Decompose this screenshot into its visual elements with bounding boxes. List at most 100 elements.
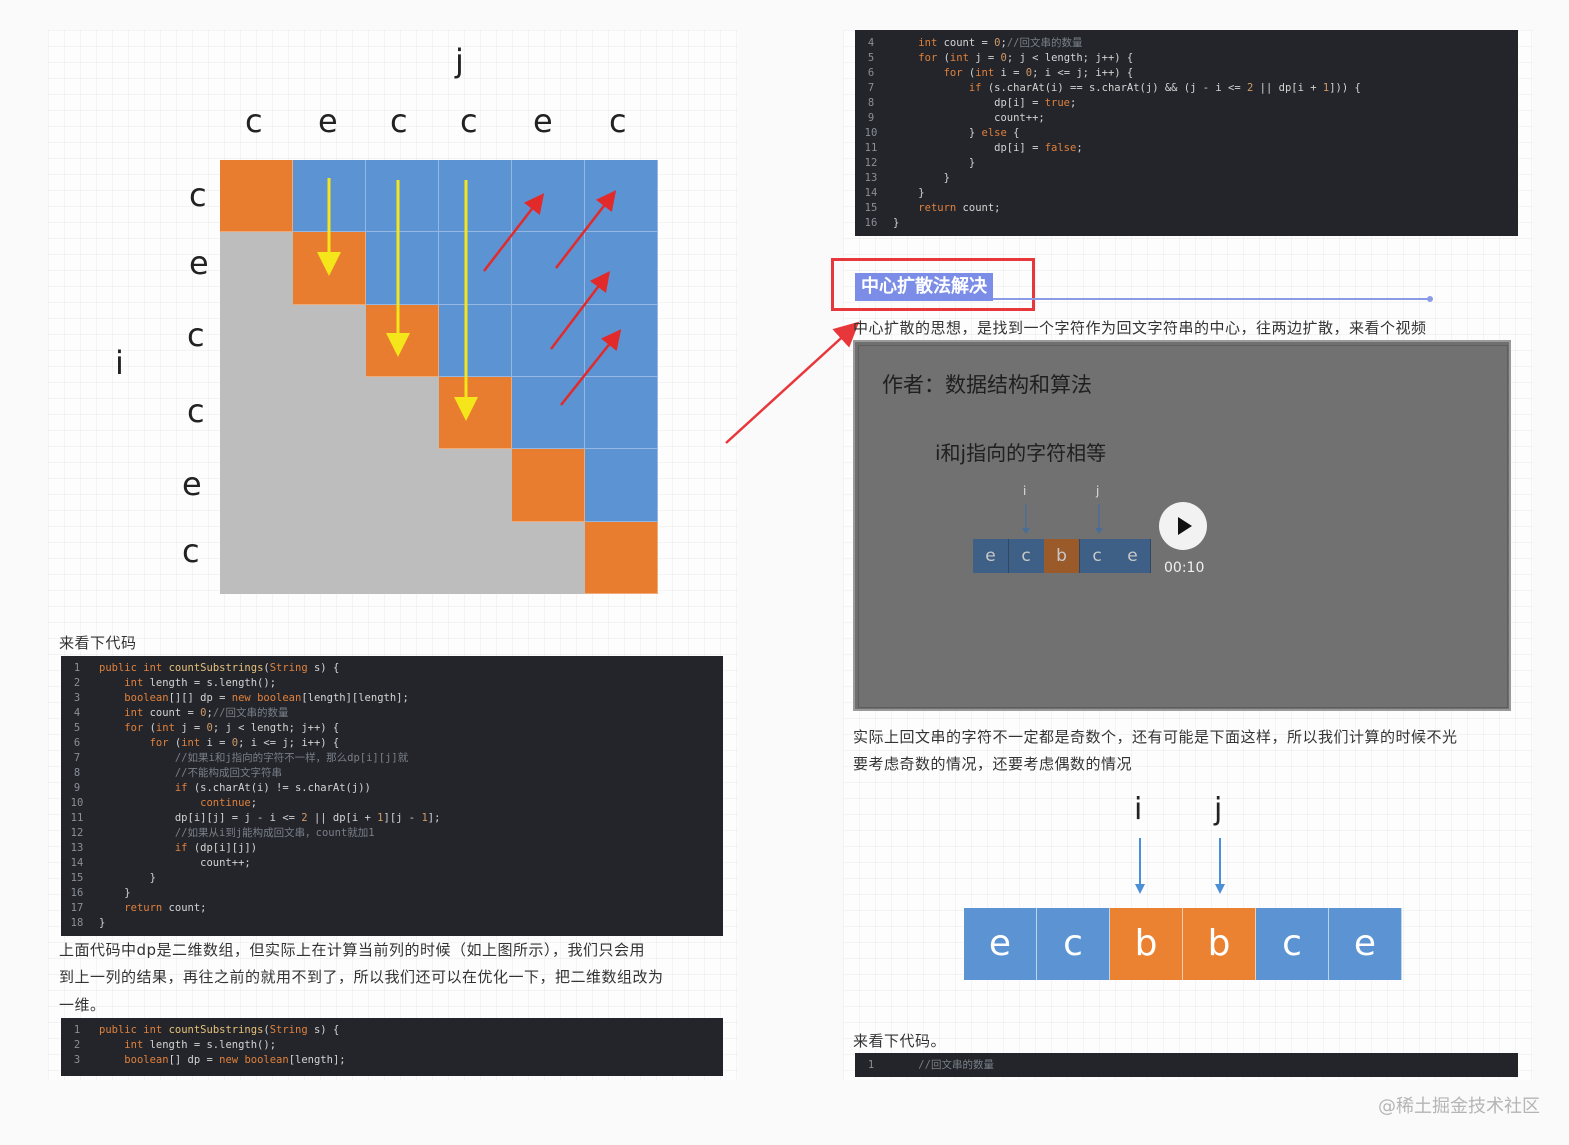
- code-line: 9 if (s.charAt(i) != s.charAt(j)): [61, 781, 723, 796]
- code-text: //如果从i到j能构成回文串，count就加1: [174, 827, 375, 839]
- code-text: }: [893, 172, 950, 184]
- code-line: 4 int count = 0;//回文串的数量: [855, 36, 1518, 51]
- section-description: 中心扩散的思想，是找到一个字符作为回文字符串的中心，往两边扩散，来看个视频: [853, 319, 1427, 337]
- code-text: for (int j = 0; j < length; j++) {: [918, 52, 1134, 64]
- code-line: 14 count++;: [61, 856, 723, 871]
- line-number: 15: [864, 202, 878, 214]
- code-line: 15 return count;: [855, 201, 1518, 216]
- code-block-bottom: 1 //回文串的数量: [855, 1053, 1518, 1077]
- code-text: int length = s.length();: [124, 1039, 277, 1051]
- code-text: }: [99, 872, 156, 884]
- line-number: 7: [73, 752, 81, 764]
- line-number: 14: [70, 857, 84, 869]
- line-number: 1: [73, 662, 81, 674]
- code-line: 11 dp[i][j] = j - i <= 2 || dp[i + 1][j …: [61, 811, 723, 826]
- code-line: 13 }: [855, 171, 1518, 186]
- code-block-top: 4 int count = 0;//回文串的数量 5 for (int j = 0…: [855, 30, 1518, 236]
- code-text: public int countSubstrings(String s) {: [99, 662, 340, 674]
- video-player[interactable]: 作者：数据结构和算法 i和j指向的字符相等 i j ecbce 00:10: [853, 340, 1511, 711]
- code-line: 12 }: [855, 156, 1518, 171]
- code-line: 7 if (s.charAt(i) == s.charAt(j) && (j -…: [855, 81, 1518, 96]
- code-line: 5 for (int j = 0; j < length; j++) {: [61, 721, 723, 736]
- code-line: 10 continue;: [61, 796, 723, 811]
- code-text: for (int i = 0; i <= j; i++) {: [149, 737, 340, 749]
- outro-text: 来看下代码。: [853, 1032, 947, 1050]
- red-arrow: [483, 193, 545, 272]
- line-number: 4: [867, 37, 875, 49]
- code-text: dp[i][j] = j - i <= 2 || dp[i + 1][j - 1…: [99, 812, 441, 824]
- line-number: 1: [73, 1024, 81, 1036]
- code-text: //回文串的数量: [918, 1059, 994, 1071]
- even-case-text: 要考虑奇数的情况，还要考虑偶数的情况: [853, 755, 1133, 773]
- even-case-text: 实际上回文串的字符不一定都是奇数个，还有可能是下面这样，所以我们计算的时候不光: [853, 728, 1458, 746]
- even-letter-cell: c: [1037, 908, 1110, 980]
- code-block-1d: 1 public int countSubstrings(String s) {2…: [61, 1018, 723, 1076]
- explanation-line: 上面代码中dp是二维数组，但实际上在计算当前列的时候（如上图所示），我们只会用: [59, 941, 646, 959]
- code-line: 2 int length = s.length();: [61, 1038, 723, 1053]
- code-text: if (s.charAt(i) == s.charAt(j) && (j - i…: [968, 82, 1361, 94]
- red-arrow: [555, 190, 617, 269]
- code-text: }: [893, 217, 900, 229]
- code-text: count++;: [99, 857, 251, 869]
- code-intro-text: 来看下代码: [59, 634, 137, 652]
- line-number: 18: [70, 917, 84, 929]
- code-line: 7 //如果i和j指向的字符不一样，那么dp[i][j]就: [61, 751, 723, 766]
- code-text: }: [99, 887, 131, 899]
- code-text: continue;: [200, 797, 258, 809]
- line-number: 14: [864, 187, 878, 199]
- video-letter-cell: c: [1008, 539, 1045, 573]
- code-line: 6 for (int i = 0; i <= j; i++) {: [855, 66, 1518, 81]
- line-number: 9: [73, 782, 81, 794]
- line-number: 5: [73, 722, 81, 734]
- code-text: return count;: [918, 202, 1001, 214]
- line-number: 10: [864, 127, 878, 139]
- play-icon: [1178, 517, 1192, 535]
- explanation-line: 一维。: [59, 996, 106, 1014]
- code-line: 6 for (int i = 0; i <= j; i++) {: [61, 736, 723, 751]
- video-letter-cell: b: [1044, 539, 1080, 573]
- video-string: ecbce: [973, 539, 1151, 573]
- line-number: 9: [867, 112, 875, 124]
- line-number: 11: [70, 812, 84, 824]
- code-text: for (int j = 0; j < length; j++) {: [124, 722, 340, 734]
- code-text: int length = s.length();: [124, 677, 277, 689]
- code-text: } else {: [893, 127, 1020, 139]
- code-line: 1 //回文串的数量: [855, 1058, 1518, 1073]
- line-number: 6: [867, 67, 875, 79]
- video-letter-cell: c: [1079, 539, 1116, 573]
- even-string: ecbbce: [964, 908, 1402, 980]
- line-number: 8: [867, 97, 875, 109]
- play-button[interactable]: [1159, 502, 1207, 550]
- code-text: //不能构成回文字符串: [174, 767, 283, 779]
- code-text: }: [99, 917, 106, 929]
- code-text: boolean[] dp = new boolean[length];: [124, 1054, 346, 1066]
- video-timestamp: 00:10: [1164, 560, 1205, 576]
- even-letter-cell: b: [1183, 908, 1256, 980]
- line-number: 2: [73, 677, 81, 689]
- video-letter-cell: e: [1115, 539, 1151, 573]
- code-line: 8 //不能构成回文字符串: [61, 766, 723, 781]
- section-underline-dot: [1427, 296, 1433, 302]
- code-text: dp[i] = true;: [893, 97, 1077, 109]
- section-title: 中心扩散法解决: [855, 273, 993, 301]
- line-number: 3: [73, 692, 81, 704]
- matrix-arrows: [317, 178, 622, 421]
- code-line: 14 }: [855, 186, 1518, 201]
- line-number: 12: [864, 157, 878, 169]
- line-number: 11: [864, 142, 878, 154]
- line-number: 15: [70, 872, 84, 884]
- watermark: @稀土掘金技术社区: [1378, 1096, 1540, 1117]
- video-pointer-arrows: [1022, 504, 1103, 534]
- code-text: return count;: [124, 902, 207, 914]
- palindrome-dp-matrix: j i c e c c e c c e c c e c: [0, 0, 740, 620]
- code-line: 4 int count = 0;//回文串的数量: [61, 706, 723, 721]
- line-number: 13: [70, 842, 84, 854]
- code-text: boolean[][] dp = new boolean[length][len…: [124, 692, 409, 704]
- even-letter-cell: e: [1329, 908, 1402, 980]
- line-number: 16: [70, 887, 84, 899]
- line-number: 10: [70, 797, 84, 809]
- code-text: count++;: [893, 112, 1045, 124]
- line-number: 4: [73, 707, 81, 719]
- code-line: 15 }: [61, 871, 723, 886]
- even-palindrome-diagram: i j ecbbce: [960, 790, 1410, 990]
